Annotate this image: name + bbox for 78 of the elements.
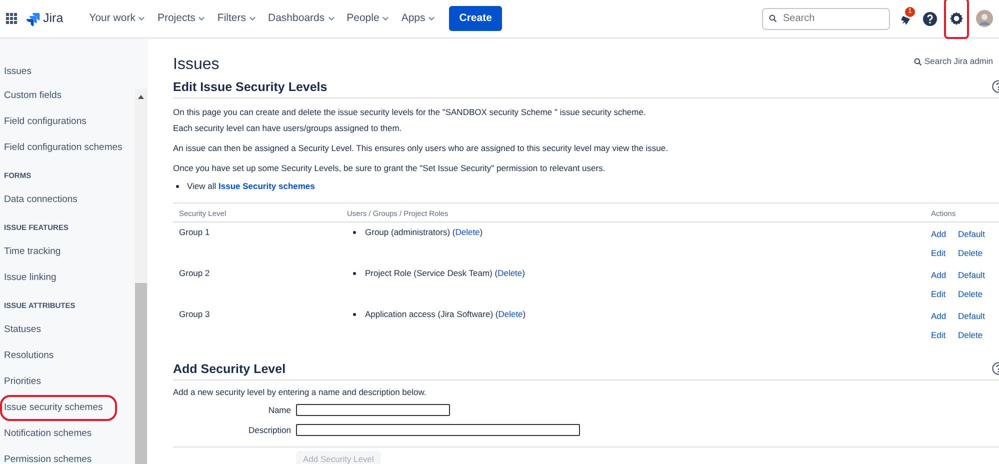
delete-link[interactable]: Delete — [455, 227, 480, 238]
avatar[interactable] — [976, 10, 993, 27]
sidebar-item[interactable]: Priorities — [0, 369, 45, 395]
sidebar-item[interactable]: Permission schemes — [0, 447, 96, 464]
field-label: Description — [247, 424, 291, 438]
section-heading: Add Security Level — [173, 362, 999, 382]
logo-text[interactable]: Jira — [43, 9, 64, 28]
sidebar-item[interactable]: Data connections — [0, 187, 82, 213]
sidebar-item[interactable]: Custom fields — [0, 83, 66, 109]
action-link[interactable]: Add — [931, 311, 946, 322]
sidebar-item[interactable]: Notification schemes — [0, 421, 96, 447]
action-link[interactable]: Edit — [931, 289, 946, 300]
sidebar-item[interactable]: Statuses — [0, 317, 45, 343]
sidebar-item[interactable]: Field configuration schemes — [0, 135, 126, 161]
delete-link[interactable]: Delete — [498, 268, 522, 278]
admin-search-link[interactable]: Search Jira admin — [914, 55, 993, 68]
sidebar-item[interactable]: Time tracking — [0, 239, 65, 265]
sidebar-item[interactable]: Issue security schemes — [0, 395, 117, 421]
member-text: Group (administrators) (Delete) — [365, 226, 483, 240]
input-field[interactable] — [296, 404, 450, 416]
issue-security-schemes-link[interactable]: Issue Security schemes — [218, 178, 315, 194]
scrollbar[interactable] — [135, 89, 147, 464]
field-label: Name — [267, 404, 291, 418]
member-text: Application access (Jira Software) (Delete) — [365, 308, 526, 322]
action-link[interactable]: Add — [931, 229, 946, 240]
sidebar-item[interactable]: Resolutions — [0, 343, 58, 369]
member-text: Project Role (Service Desk Team) (Delete) — [365, 267, 525, 280]
search-icon — [914, 58, 922, 66]
nav-menu[interactable]: Projects — [151, 6, 212, 30]
page-title: Issues — [173, 55, 220, 74]
section-description: Add a new security level by entering a name and description below. — [173, 386, 428, 400]
create-button[interactable]: Create — [449, 6, 502, 32]
chevron-down-icon — [249, 15, 256, 22]
scrollbar-thumb[interactable] — [135, 283, 147, 464]
bullet-icon — [353, 272, 356, 275]
sidebar-item[interactable]: Field configurations — [0, 109, 90, 135]
action-link[interactable]: Default — [958, 229, 985, 240]
notification-icon[interactable] — [900, 14, 912, 26]
table-cell: Group 3 — [179, 309, 210, 320]
bullet-icon — [353, 230, 356, 234]
delete-link[interactable]: Delete — [498, 309, 523, 320]
nav-menu[interactable]: Filters — [211, 6, 262, 30]
action-link[interactable]: Delete — [958, 289, 983, 300]
search-field[interactable]: Search — [762, 8, 890, 30]
action-link[interactable]: Delete — [958, 248, 983, 258]
chevron-down-icon — [138, 15, 146, 22]
action-link[interactable]: Default — [958, 270, 985, 280]
table-cell: Group 1 — [179, 227, 210, 238]
bullet-icon — [176, 184, 179, 188]
nav-menu[interactable]: Dashboards — [262, 6, 341, 30]
paragraph: An issue can then be assigned a Security Level. This ensures only users who are assigned to this security level may view the issue. — [173, 142, 669, 156]
chevron-down-icon — [198, 15, 206, 22]
paragraph: On this page you can create and delete the issue security levels for the "SANDBOX security Scheme " issue security scheme. Each security level can have users/groups assigned to them. — [173, 106, 647, 136]
section-heading: Edit Issue Security Levels — [173, 80, 999, 100]
bullet-icon — [353, 312, 356, 316]
help-icon[interactable] — [923, 12, 937, 26]
sidebar-title: Issues — [4, 64, 32, 79]
logo-icon — [26, 12, 40, 26]
sidebar-item[interactable]: Issue linking — [0, 265, 60, 291]
scroll-up-icon[interactable] — [138, 95, 144, 99]
search-icon — [769, 14, 777, 23]
action-link[interactable]: Add — [931, 270, 946, 280]
settings-icon[interactable] — [949, 10, 964, 26]
chevron-down-icon — [328, 15, 335, 22]
app-switcher-icon[interactable] — [6, 13, 17, 24]
action-link[interactable]: Delete — [958, 330, 983, 340]
table-cell: Group 2 — [179, 268, 210, 278]
paragraph: Once you have set up some Security Levels, be sure to grant the "Set Issue Security" permission to relevant users. — [173, 162, 606, 176]
chevron-down-icon — [428, 15, 436, 22]
input-field[interactable] — [296, 424, 580, 436]
action-link[interactable]: Edit — [931, 248, 946, 258]
nav-menu[interactable]: People — [340, 6, 396, 30]
action-link[interactable]: Edit — [931, 330, 946, 340]
nav-menu[interactable]: Apps — [395, 6, 442, 30]
chevron-down-icon — [382, 15, 390, 22]
nav-menu[interactable]: Your work — [83, 6, 152, 30]
action-link[interactable]: Default — [958, 311, 985, 322]
view-all-text: View all — [187, 180, 218, 194]
